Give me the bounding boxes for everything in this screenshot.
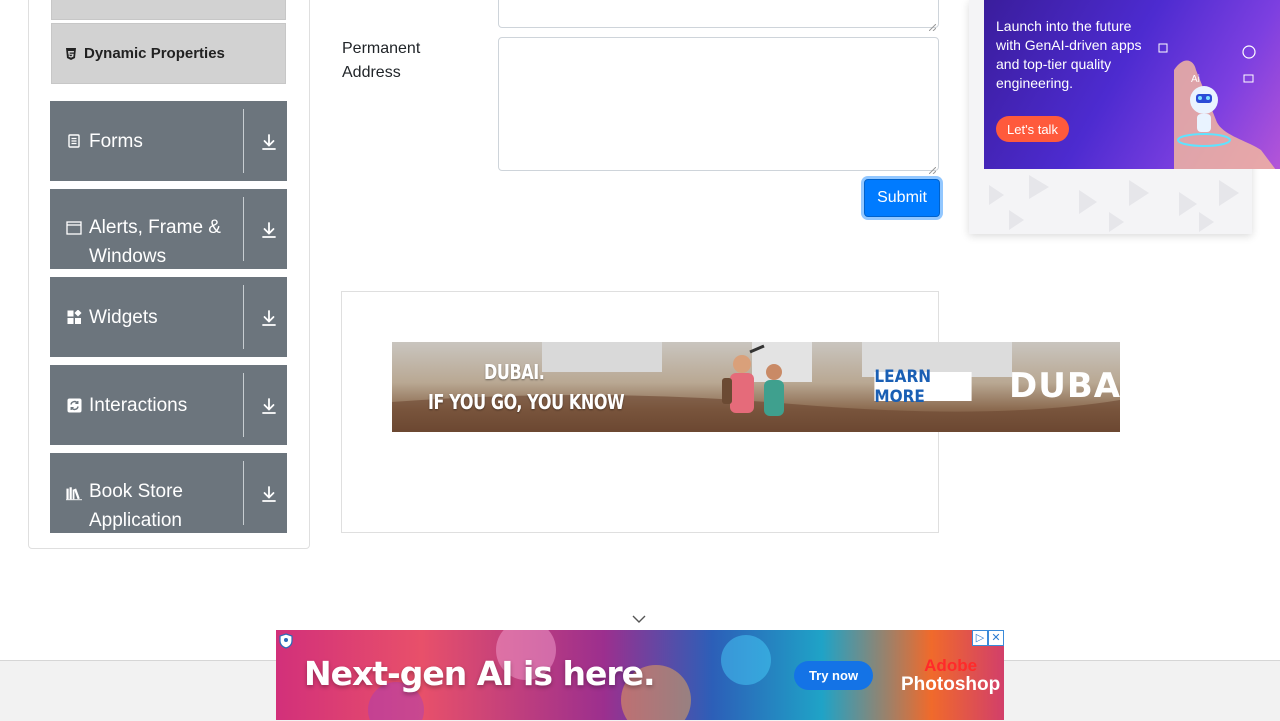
brand-line2: Photoshop — [901, 674, 1001, 695]
side-ad-text: Launch into the future with GenAI-driven… — [996, 18, 1142, 91]
divider — [243, 373, 244, 437]
bottom-ad-headline: Next-gen AI is here. — [304, 654, 656, 693]
divider — [243, 109, 244, 173]
bottom-ad[interactable]: Next-gen AI is here. Try now Adobe Photo… — [276, 630, 1004, 720]
divider — [243, 197, 244, 261]
chevron-down-icon[interactable] — [631, 612, 647, 624]
download-icon[interactable] — [259, 396, 279, 416]
svg-text:Ai: Ai — [1191, 74, 1200, 85]
download-icon[interactable] — [259, 220, 279, 240]
sidebar-group-label-line2: Windows — [89, 246, 167, 267]
interaction-icon — [66, 397, 82, 413]
dubai-banner-ad[interactable]: DUBAI. IF YOU GO, YOU KNOW LEARN MORE DU… — [392, 342, 1120, 432]
permanent-address-label-line1: Permanent — [342, 40, 421, 57]
sidebar-group-alerts-frame-windows[interactable]: Alerts, Frame & Windows — [50, 189, 287, 269]
learn-more-button[interactable]: LEARN MORE — [874, 367, 972, 407]
sidebar-group-book-store[interactable]: Book Store Application — [50, 453, 287, 533]
dubai-logo: DUBAI — [1009, 366, 1120, 406]
resize-grip-icon[interactable] — [928, 18, 937, 32]
books-icon — [66, 485, 82, 501]
banner-ad-headline-line1: DUBAI. — [484, 360, 545, 384]
sidebar-group-label: Interactions — [89, 394, 188, 416]
sidebar-group-widgets[interactable]: Widgets — [50, 277, 287, 357]
download-icon[interactable] — [259, 308, 279, 328]
adchoices[interactable]: ▷ ✕ — [972, 630, 1004, 646]
widgets-icon — [66, 309, 82, 325]
side-ad-cta-button[interactable]: Let's talk — [996, 116, 1069, 142]
submenu-item-label: Dynamic Properties — [84, 45, 225, 62]
robot-hand-icon: Ai — [1158, 43, 1276, 169]
brand-line1: Adobe — [924, 656, 978, 675]
shield-icon — [279, 633, 293, 649]
side-ad[interactable]: Launch into the future with GenAI-driven… — [984, 0, 1280, 169]
sidebar-group-forms[interactable]: Forms — [50, 101, 287, 181]
download-icon[interactable] — [259, 132, 279, 152]
sidebar-group-label-line2: Application — [89, 510, 182, 531]
try-now-button[interactable]: Try now — [794, 661, 873, 690]
divider — [243, 461, 244, 525]
permanent-address-textarea[interactable] — [498, 37, 939, 175]
close-icon[interactable]: ✕ — [988, 630, 1004, 646]
submenu-item-previous[interactable] — [51, 0, 286, 20]
permanent-address-label-line2: Address — [342, 64, 401, 81]
sidebar-group-label: Book Store — [89, 481, 183, 502]
sidebar-group-label-wrap: Book Store Application — [89, 477, 183, 535]
html5-icon — [65, 47, 77, 60]
submit-button[interactable]: Submit — [864, 179, 940, 217]
sidebar-group-label: Forms — [89, 130, 143, 152]
sidebar-group-label-wrap: Alerts, Frame & Windows — [89, 213, 221, 271]
travelers-image — [722, 344, 784, 416]
current-address-textarea[interactable] — [498, 0, 939, 32]
resize-grip-icon[interactable] — [928, 161, 937, 175]
permanent-address-label: Permanent Address — [342, 37, 462, 85]
adchoices-icon[interactable]: ▷ — [972, 630, 988, 646]
submenu-item-dynamic-properties[interactable]: Dynamic Properties — [51, 23, 286, 84]
window-icon — [66, 220, 82, 236]
banner-ad-headline-line2: IF YOU GO, YOU KNOW — [428, 390, 625, 414]
download-icon[interactable] — [259, 484, 279, 504]
sidebar-group-label: Widgets — [89, 306, 158, 328]
sidebar-group-interactions[interactable]: Interactions — [50, 365, 287, 445]
banner-ad-headline: DUBAI. IF YOU GO, YOU KNOW — [428, 357, 625, 417]
document-icon — [66, 133, 82, 149]
divider — [243, 285, 244, 349]
adobe-photoshop-logo: Adobe Photoshop — [901, 656, 1000, 694]
sidebar-group-label: Alerts, Frame & — [89, 217, 221, 238]
